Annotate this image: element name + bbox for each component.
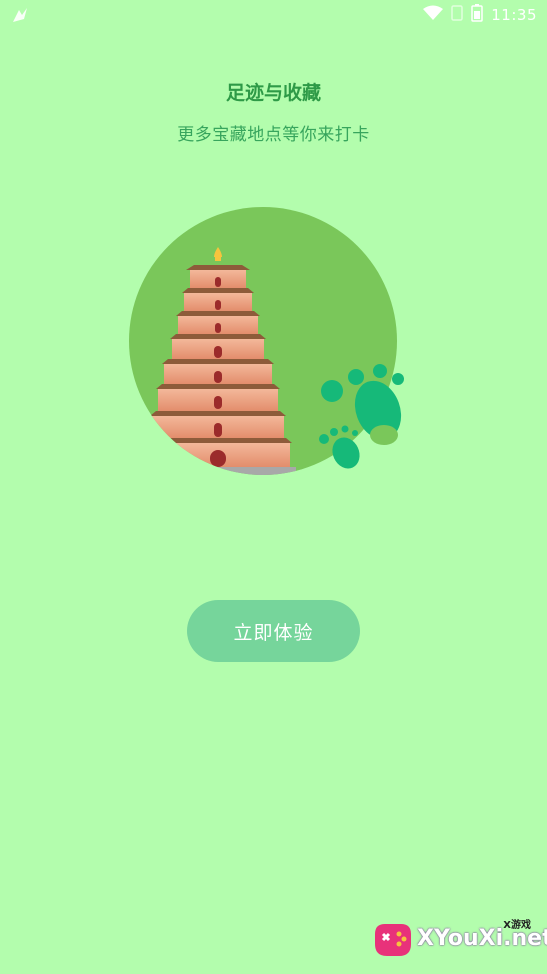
status-time: 11:35 bbox=[491, 6, 537, 24]
page-title: 足迹与收藏 bbox=[225, 82, 321, 104]
battery-icon bbox=[471, 4, 484, 26]
app-notification-icon bbox=[10, 5, 30, 25]
watermark-text: XYouXi.net bbox=[417, 926, 547, 951]
status-bar: 11:35 bbox=[0, 0, 547, 30]
pagoda-footprints-illustration bbox=[126, 205, 416, 480]
start-experience-button[interactable]: 立即体验 bbox=[187, 600, 360, 662]
page-subtitle: 更多宝藏地点等你来打卡 bbox=[177, 125, 370, 145]
watermark-logo: X游戏 XYouXi.net bbox=[369, 916, 547, 964]
sim-icon bbox=[451, 5, 464, 25]
wifi-icon bbox=[423, 5, 444, 25]
